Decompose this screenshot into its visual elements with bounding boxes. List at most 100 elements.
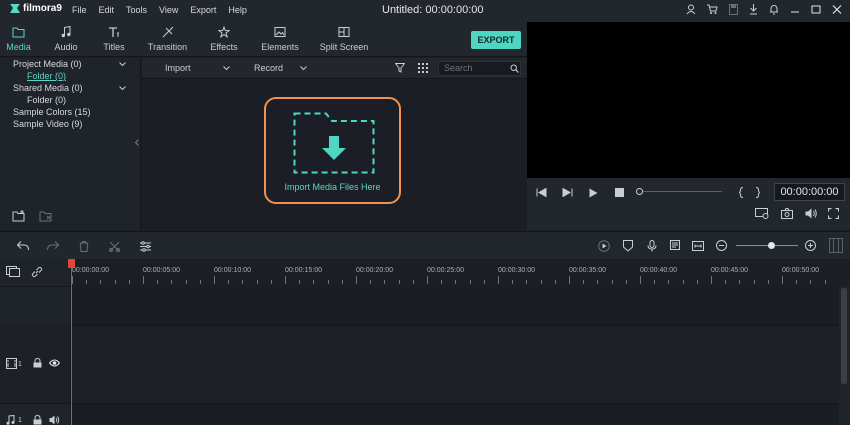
adjust-icon[interactable]: [140, 241, 151, 252]
ruler-tick-label: 00:00:15:00: [285, 267, 322, 274]
import-dropdown[interactable]: Import: [165, 63, 230, 73]
timeline-view-icon[interactable]: [829, 238, 843, 253]
tab-audio[interactable]: Audio: [50, 26, 82, 52]
search-input[interactable]: Search: [438, 61, 521, 76]
menu-help[interactable]: Help: [228, 5, 247, 15]
tab-split-screen-label: Split Screen: [319, 42, 369, 52]
menu-edit[interactable]: Edit: [99, 5, 115, 15]
lock-icon[interactable]: [33, 358, 42, 368]
close-icon[interactable]: [832, 4, 842, 15]
tab-audio-label: Audio: [54, 42, 78, 52]
preview-controls: 00:00:00:00: [527, 178, 850, 230]
import-dropzone[interactable]: Import Media Files Here: [264, 97, 401, 204]
new-folder-icon[interactable]: [12, 210, 26, 222]
timeline-ruler[interactable]: 00:00:00:00 00:00:05:00 00:00:10:00 00:00:1…: [71, 259, 839, 286]
play-reverse-icon[interactable]: [562, 188, 573, 197]
grid-view-icon[interactable]: [418, 63, 428, 73]
download-icon[interactable]: [749, 4, 758, 15]
delete-icon: [79, 241, 89, 252]
media-area: Import Media Files Here: [142, 80, 527, 230]
document-title: Untitled: 00:00:00:00: [382, 4, 484, 16]
previous-frame-icon[interactable]: [536, 188, 547, 197]
stop-icon[interactable]: [615, 188, 624, 197]
track-headers: 1 1: [0, 259, 71, 425]
preview-progress-track[interactable]: [636, 191, 722, 192]
zoom-slider-handle[interactable]: [768, 242, 775, 249]
filter-icon[interactable]: [395, 63, 405, 73]
menu-view[interactable]: View: [159, 5, 178, 15]
record-dropdown[interactable]: Record: [254, 63, 307, 73]
video-track-icon: [6, 358, 17, 369]
collapse-panel-icon[interactable]: [135, 139, 139, 146]
audio-track-icon: [6, 415, 15, 425]
tree-sample-colors[interactable]: Sample Colors (15): [13, 107, 91, 117]
tab-transition[interactable]: Transition: [145, 26, 190, 52]
marker-icon[interactable]: [623, 240, 633, 252]
tab-titles[interactable]: Titles: [98, 26, 130, 52]
speaker-icon[interactable]: [49, 415, 60, 425]
ruler-ticks: [72, 276, 826, 284]
tab-effects[interactable]: Effects: [205, 26, 243, 52]
timeline-scrollbar[interactable]: [839, 286, 850, 425]
media-toolbar: Import Record Search: [142, 58, 527, 79]
image-icon: [274, 27, 286, 37]
audio-track-header: 1: [0, 404, 70, 425]
ruler-tick-label: 00:00:00:00: [72, 267, 109, 274]
voiceover-icon[interactable]: [647, 240, 657, 252]
ruler-tick-label: 00:00:50:00: [782, 267, 819, 274]
fullscreen-icon[interactable]: [828, 208, 839, 219]
tab-media[interactable]: Media: [5, 26, 32, 52]
chevron-down-icon[interactable]: [119, 62, 126, 67]
zoom-slider-track[interactable]: [736, 245, 798, 246]
timeline-scrollbar-thumb[interactable]: [841, 288, 847, 384]
undo-icon[interactable]: [17, 241, 29, 251]
play-icon[interactable]: [589, 188, 598, 198]
zoom-out-icon[interactable]: [716, 240, 727, 251]
tree-shared-folder[interactable]: Folder (0): [27, 95, 66, 105]
zoom-in-icon[interactable]: [805, 240, 816, 251]
tab-elements[interactable]: Elements: [258, 26, 302, 52]
volume-icon[interactable]: [805, 208, 817, 219]
menu-export[interactable]: Export: [190, 5, 216, 15]
ruler-tick-label: 00:00:25:00: [427, 267, 464, 274]
eye-icon[interactable]: [49, 359, 60, 367]
tab-split-screen[interactable]: Split Screen: [318, 26, 370, 52]
menu-file[interactable]: File: [72, 5, 87, 15]
video-track-lane[interactable]: [71, 326, 839, 403]
cart-icon[interactable]: [707, 4, 718, 15]
lock-icon[interactable]: [33, 415, 42, 425]
mark-in-out-icon[interactable]: [739, 187, 760, 198]
ruler-tick-label: 00:00:30:00: [498, 267, 535, 274]
audio-track-number: 1: [18, 417, 22, 424]
remove-folder-icon[interactable]: [39, 210, 53, 222]
timeline-tracks[interactable]: [71, 286, 839, 425]
playhead-handle[interactable]: [68, 259, 75, 268]
notification-icon[interactable]: [769, 4, 779, 15]
tree-project-folder[interactable]: Folder (0): [27, 71, 66, 81]
render-preview-icon[interactable]: [755, 208, 769, 219]
timeline-toolbar: [0, 231, 850, 259]
export-button[interactable]: EXPORT: [471, 31, 521, 49]
menu-tools[interactable]: Tools: [126, 5, 147, 15]
preview-progress-handle[interactable]: [636, 188, 643, 195]
preview-timecode: 00:00:00:00: [774, 183, 845, 201]
account-icon[interactable]: [686, 4, 696, 15]
maximize-icon[interactable]: [811, 4, 821, 15]
chevron-down-icon[interactable]: [119, 86, 126, 91]
add-track-icon[interactable]: [6, 266, 20, 277]
search-placeholder: Search: [444, 63, 473, 73]
tree-project-media[interactable]: Project Media (0): [13, 59, 82, 69]
ruler-tick-label: 00:00:20:00: [356, 267, 393, 274]
import-dropzone-label: Import Media Files Here: [284, 182, 381, 192]
minimize-icon[interactable]: [790, 4, 800, 15]
split-clip-icon[interactable]: [692, 240, 704, 252]
tab-effects-label: Effects: [210, 42, 238, 52]
tree-sample-video[interactable]: Sample Video (9): [13, 119, 82, 129]
tab-media-label: Media: [6, 42, 31, 52]
audio-mixer-icon[interactable]: [670, 240, 682, 252]
render-icon[interactable]: [598, 240, 610, 252]
snapshot-icon[interactable]: [781, 208, 793, 219]
link-icon[interactable]: [31, 266, 43, 278]
tree-shared-media[interactable]: Shared Media (0): [13, 83, 83, 93]
ruler-tick-label: 00:00:05:00: [143, 267, 180, 274]
